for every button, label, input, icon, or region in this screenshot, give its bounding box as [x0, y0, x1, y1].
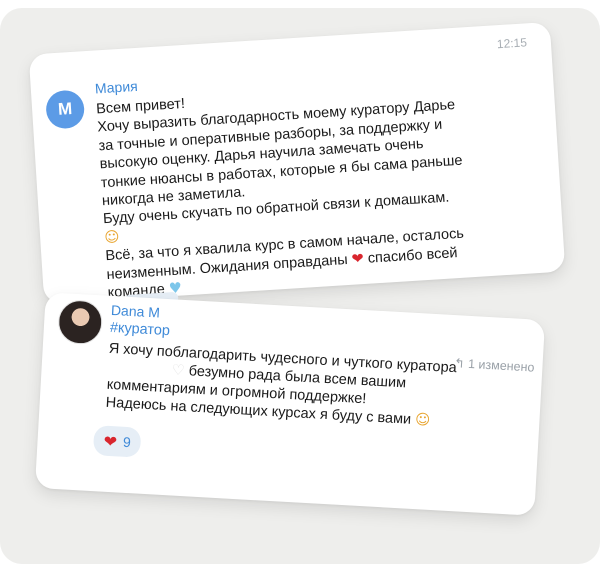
- message-text: Я хочу поблагодарить чудесного и чуткого…: [105, 340, 528, 435]
- blush-emoji-icon: ☺: [103, 229, 120, 247]
- message-text: Всем привет! Хочу выразить благодарность…: [96, 74, 528, 302]
- red-heart-icon: ❤: [103, 431, 118, 451]
- smiling-hearts-emoji-icon: ☺: [414, 412, 431, 429]
- author-name[interactable]: Dana M: [111, 302, 161, 321]
- reaction-count: 9: [122, 433, 132, 451]
- red-heart-icon: ❤: [351, 250, 365, 268]
- author-name[interactable]: Мария: [94, 78, 138, 97]
- avatar[interactable]: М: [45, 89, 86, 130]
- message-time: 12:15: [496, 35, 528, 52]
- avatar[interactable]: [57, 298, 104, 346]
- avatar-letter: М: [57, 99, 73, 119]
- hashtag-link[interactable]: #куратор: [110, 320, 171, 339]
- white-heart-icon: ♡: [171, 362, 186, 380]
- message-card-dana: Dana M #куратор ↰ 1 изменено Я хочу побл…: [34, 292, 546, 516]
- message-card-maria: 12:15 М Мария Всем привет! Хочу выразить…: [28, 21, 566, 308]
- reaction-chip[interactable]: ❤ 9: [92, 425, 142, 458]
